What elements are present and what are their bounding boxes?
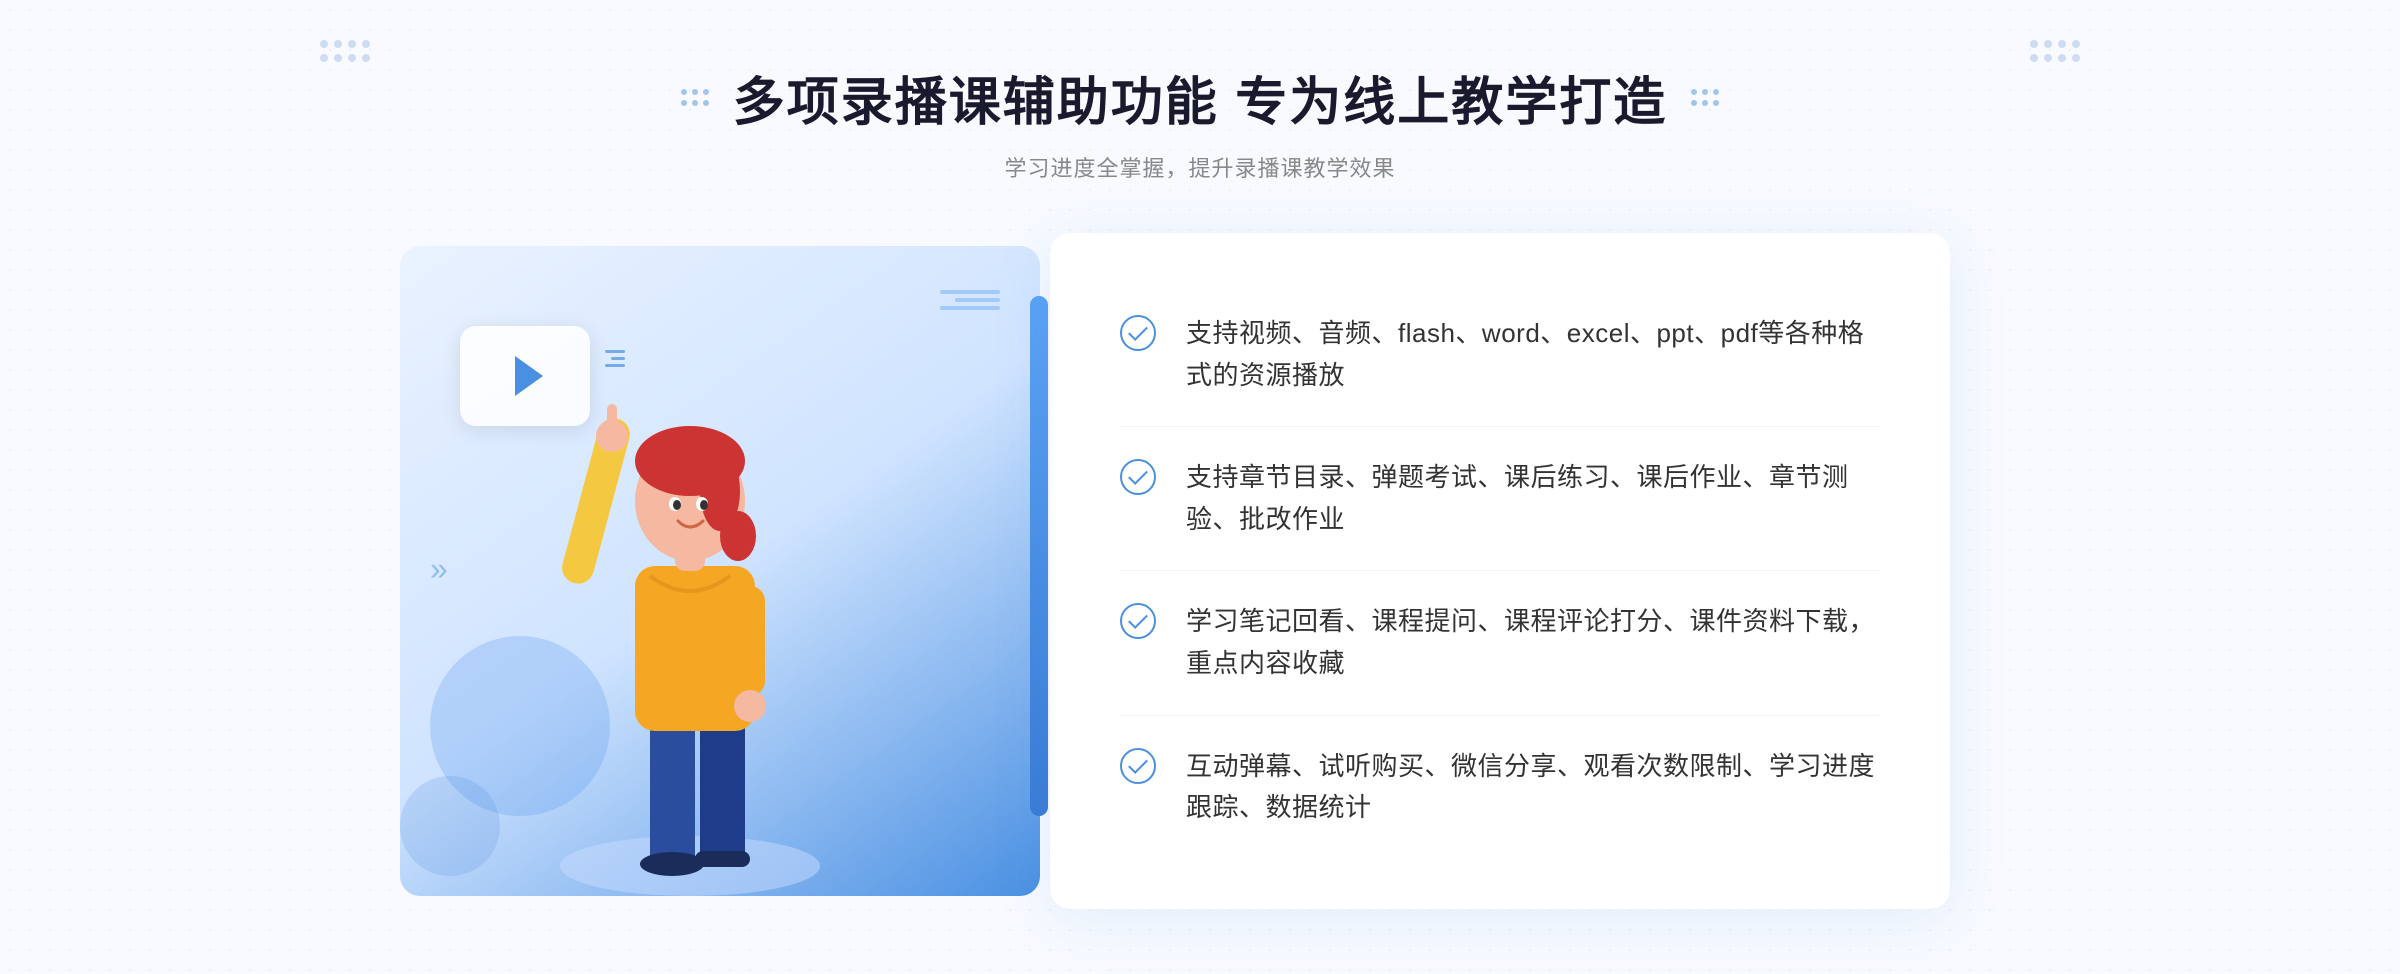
check-icon-1 bbox=[1120, 315, 1156, 351]
page-container: 多项录播课辅助功能 专为线上教学打造 学习进度全掌握，提升录播课教学效果 » bbox=[0, 0, 2400, 974]
feature-text-3: 学习笔记回看、课程提问、课程评论打分、课件资料下载，重点内容收藏 bbox=[1186, 601, 1880, 684]
figure-illustration bbox=[520, 336, 860, 896]
feature-item: 学习笔记回看、课程提问、课程评论打分、课件资料下载，重点内容收藏 bbox=[1120, 571, 1880, 715]
check-icon-2 bbox=[1120, 459, 1156, 495]
check-icon-3 bbox=[1120, 603, 1156, 639]
features-panel: 支持视频、音频、flash、word、excel、ppt、pdf等各种格式的资源… bbox=[1050, 233, 1950, 909]
left-chevrons-decoration: » bbox=[430, 550, 448, 591]
right-deco-grid bbox=[1691, 89, 1719, 106]
feature-text-2: 支持章节目录、弹题考试、课后练习、课后作业、章节测验、批改作业 bbox=[1186, 457, 1880, 540]
feature-text-1: 支持视频、音频、flash、word、excel、ppt、pdf等各种格式的资源… bbox=[1186, 313, 1880, 396]
header-title-row: 多项录播课辅助功能 专为线上教学打造 bbox=[681, 60, 1719, 135]
corner-dots-left bbox=[320, 40, 370, 62]
header-section: 多项录播课辅助功能 专为线上教学打造 学习进度全掌握，提升录播课教学效果 bbox=[681, 0, 1719, 183]
feature-item: 互动弹幕、试听购买、微信分享、观看次数限制、学习进度跟踪、数据统计 bbox=[1120, 716, 1880, 859]
feature-item: 支持章节目录、弹题考试、课后练习、课后作业、章节测验、批改作业 bbox=[1120, 427, 1880, 571]
feature-text-4: 互动弹幕、试听购买、微信分享、观看次数限制、学习进度跟踪、数据统计 bbox=[1186, 746, 1880, 829]
check-icon-4 bbox=[1120, 748, 1156, 784]
main-title: 多项录播课辅助功能 专为线上教学打造 bbox=[733, 60, 1667, 135]
corner-dots-right bbox=[2030, 40, 2080, 62]
chevron-icon: » bbox=[430, 550, 448, 587]
feature-item: 支持视频、音频、flash、word、excel、ppt、pdf等各种格式的资源… bbox=[1120, 283, 1880, 427]
blue-accent-bar bbox=[1030, 296, 1048, 816]
deco-circle-small bbox=[400, 776, 500, 876]
stripe-decoration bbox=[940, 286, 1000, 314]
content-area: » bbox=[400, 233, 2000, 909]
sub-title: 学习进度全掌握，提升录播课教学效果 bbox=[681, 151, 1719, 183]
left-deco-grid bbox=[681, 89, 709, 106]
illustration-card bbox=[400, 246, 1040, 896]
